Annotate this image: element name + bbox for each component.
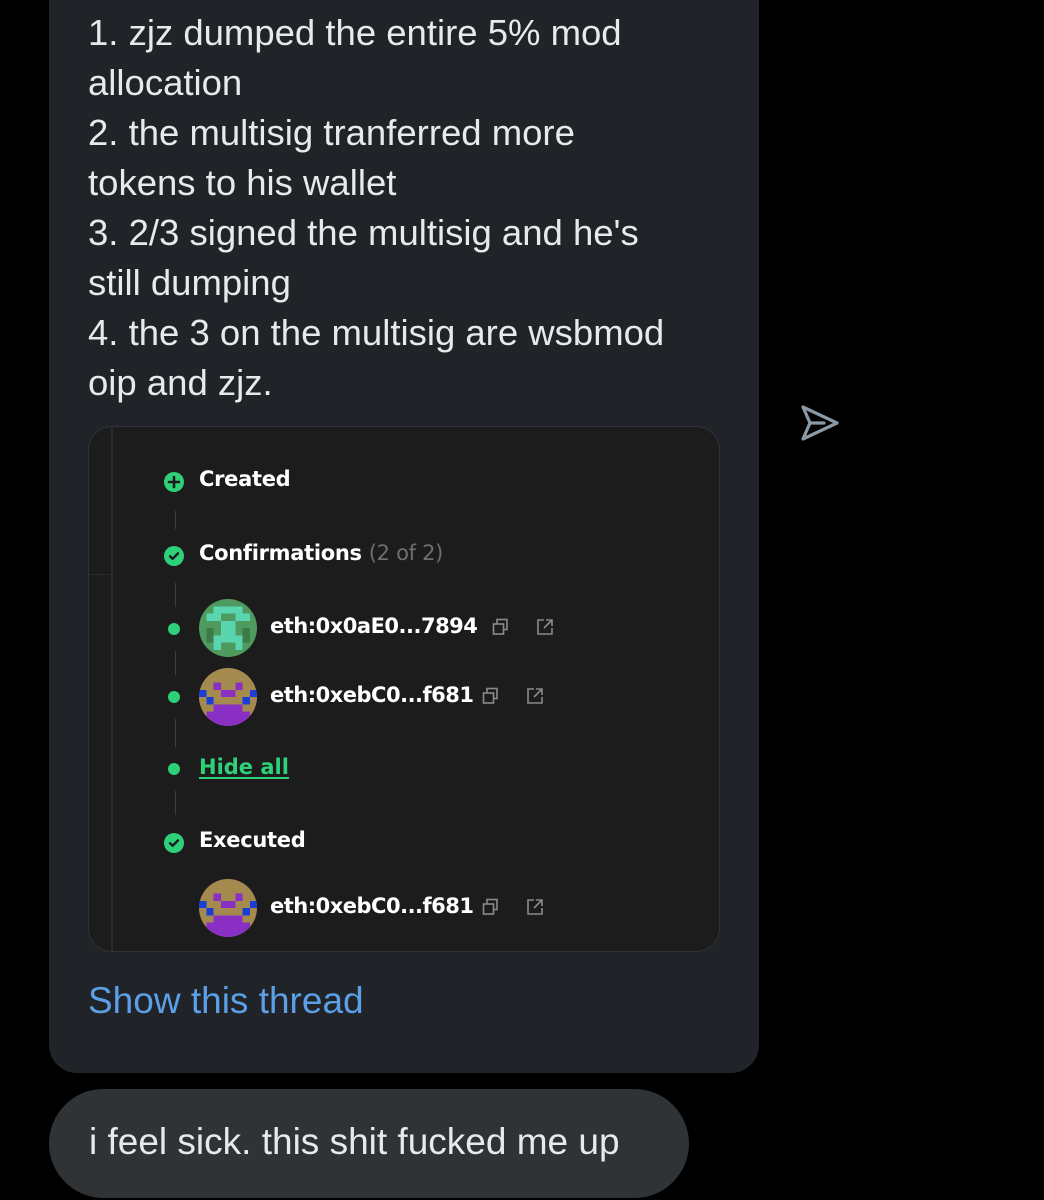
reply-text: i feel sick. this shit fucked me up [89, 1121, 620, 1162]
created-label: Created [199, 467, 291, 491]
check-circle-icon [164, 546, 184, 566]
confirmations-title: Confirmations [199, 541, 362, 565]
avatar [199, 879, 257, 937]
dm-conversation: 1. zjz dumped the entire 5% mod allocati… [0, 0, 1044, 1200]
reply-bubble: i feel sick. this shit fucked me up [49, 1089, 689, 1198]
copy-icon[interactable] [491, 617, 511, 637]
avatar [199, 668, 257, 726]
timeline-connector [175, 511, 176, 529]
timeline-dot [168, 691, 180, 703]
signer-address: eth:0xebC0...f681 [270, 683, 474, 707]
timeline-connector [175, 791, 176, 815]
timeline-dot [168, 623, 180, 635]
message-line: still dumping [88, 262, 291, 303]
divider [111, 427, 113, 951]
timeline-dot [168, 763, 180, 775]
message-line: 2. the multisig tranferred more [88, 112, 575, 153]
message-line: 3. 2/3 signed the multisig and he's [88, 212, 639, 253]
plus-circle-icon [164, 472, 184, 492]
message-line: allocation [88, 62, 243, 103]
timeline-connector [175, 651, 176, 675]
message-line: oip and zjz. [88, 362, 273, 403]
confirmations-label: Confirmations (2 of 2) [199, 541, 443, 565]
signer-address: eth:0x0aE0...7894 [270, 614, 478, 638]
timeline-connector [175, 583, 176, 607]
divider [89, 574, 111, 575]
external-link-icon[interactable] [535, 617, 555, 637]
message-line: 4. the 3 on the multisig are wsbmod [88, 312, 665, 353]
embedded-image[interactable]: Created Confirmations (2 of 2) eth:0x0aE… [88, 426, 720, 952]
message-line: 1. zjz dumped the entire 5% mod [88, 12, 622, 53]
executor-address: eth:0xebC0...f681 [270, 894, 474, 918]
external-link-icon[interactable] [525, 686, 545, 706]
send-icon[interactable] [798, 401, 842, 445]
message-line: tokens to his wallet [88, 162, 397, 203]
check-circle-icon [164, 833, 184, 853]
executed-label: Executed [199, 828, 306, 852]
message-text: 1. zjz dumped the entire 5% mod allocati… [88, 8, 728, 408]
copy-icon[interactable] [481, 897, 501, 917]
copy-icon[interactable] [481, 686, 501, 706]
confirmations-count: (2 of 2) [368, 541, 444, 565]
show-thread-link[interactable]: Show this thread [88, 976, 364, 1026]
hide-all-link[interactable]: Hide all [199, 755, 289, 779]
external-link-icon[interactable] [525, 897, 545, 917]
avatar [199, 599, 257, 657]
timeline-connector [175, 719, 176, 747]
